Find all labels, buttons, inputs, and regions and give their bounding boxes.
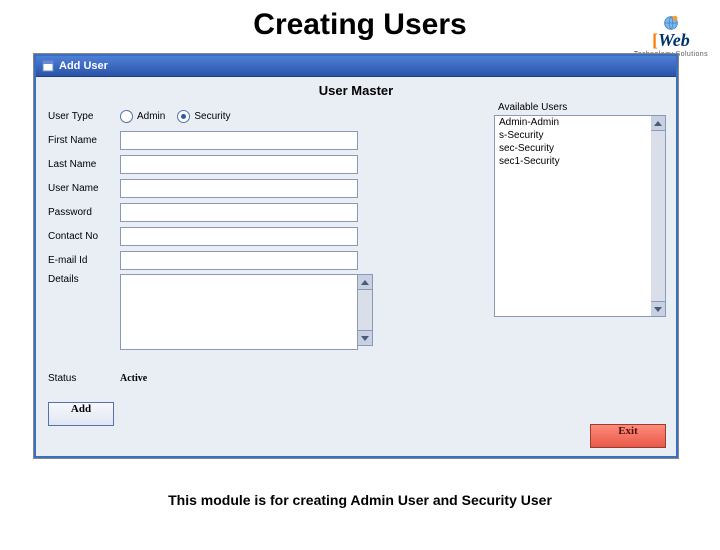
available-users-panel: Available Users Admin-Admin s-Security s… (494, 102, 664, 450)
page-title: Creating Users (0, 10, 720, 40)
available-users-label: Available Users (498, 102, 664, 113)
list-item[interactable]: sec1-Security (495, 155, 665, 168)
input-user-name[interactable] (120, 179, 358, 198)
radio-security-label: Security (194, 111, 230, 122)
scroll-down-icon[interactable] (651, 301, 665, 316)
scroll-up-icon[interactable] (651, 116, 665, 131)
row-user-name: User Name (48, 178, 484, 198)
logo-top (634, 16, 708, 30)
input-contact-no[interactable] (120, 227, 358, 246)
row-details: Details (48, 274, 484, 350)
label-password: Password (48, 207, 120, 218)
radio-dot-icon (181, 114, 186, 119)
label-user-name: User Name (48, 183, 120, 194)
form-heading: User Master (36, 83, 676, 98)
row-user-type: User Type Admin Security (48, 106, 484, 126)
radio-security[interactable]: Security (177, 110, 230, 123)
status-value: Active (120, 373, 147, 384)
label-email-id: E-mail Id (48, 255, 120, 266)
radio-circle-icon (120, 110, 133, 123)
list-item[interactable]: s-Security (495, 129, 665, 142)
logo-block: [Web Technology Solutions (634, 16, 708, 58)
radio-admin[interactable]: Admin (120, 110, 165, 123)
titlebar: Add User (36, 56, 676, 77)
row-last-name: Last Name (48, 154, 484, 174)
window-title: Add User (59, 60, 108, 72)
label-first-name: First Name (48, 135, 120, 146)
row-status: Status Active (48, 368, 484, 388)
scroll-up-icon[interactable] (358, 275, 372, 290)
exit-button[interactable]: Exit (590, 424, 666, 448)
radio-admin-label: Admin (137, 111, 165, 122)
form-left: User Type Admin Security First Name (48, 102, 484, 450)
input-first-name[interactable] (120, 131, 358, 150)
page-caption: This module is for creating Admin User a… (0, 492, 720, 508)
list-item[interactable]: Admin-Admin (495, 116, 665, 129)
form-area: User Type Admin Security First Name (36, 100, 676, 456)
label-details: Details (48, 274, 120, 285)
row-contact-no: Contact No (48, 226, 484, 246)
label-contact-no: Contact No (48, 231, 120, 242)
input-password[interactable] (120, 203, 358, 222)
add-user-window: Add User User Master User Type Admin Sec… (34, 54, 678, 458)
row-password: Password (48, 202, 484, 222)
textarea-details[interactable] (120, 274, 358, 350)
available-users-listbox[interactable]: Admin-Admin s-Security sec-Security sec1… (494, 115, 666, 317)
details-scrollbar[interactable] (358, 274, 373, 346)
label-last-name: Last Name (48, 159, 120, 170)
listbox-scrollbar[interactable] (651, 115, 666, 317)
logo-globe-icon (663, 15, 679, 31)
label-user-type: User Type (48, 111, 120, 122)
row-first-name: First Name (48, 130, 484, 150)
input-last-name[interactable] (120, 155, 358, 174)
window-app-icon (42, 60, 54, 72)
label-status: Status (48, 373, 120, 384)
scroll-down-icon[interactable] (358, 330, 372, 345)
radio-circle-icon (177, 110, 190, 123)
input-email-id[interactable] (120, 251, 358, 270)
list-item[interactable]: sec-Security (495, 142, 665, 155)
logo-word: [Web (634, 30, 708, 51)
add-button[interactable]: Add (48, 402, 114, 426)
row-email-id: E-mail Id (48, 250, 484, 270)
